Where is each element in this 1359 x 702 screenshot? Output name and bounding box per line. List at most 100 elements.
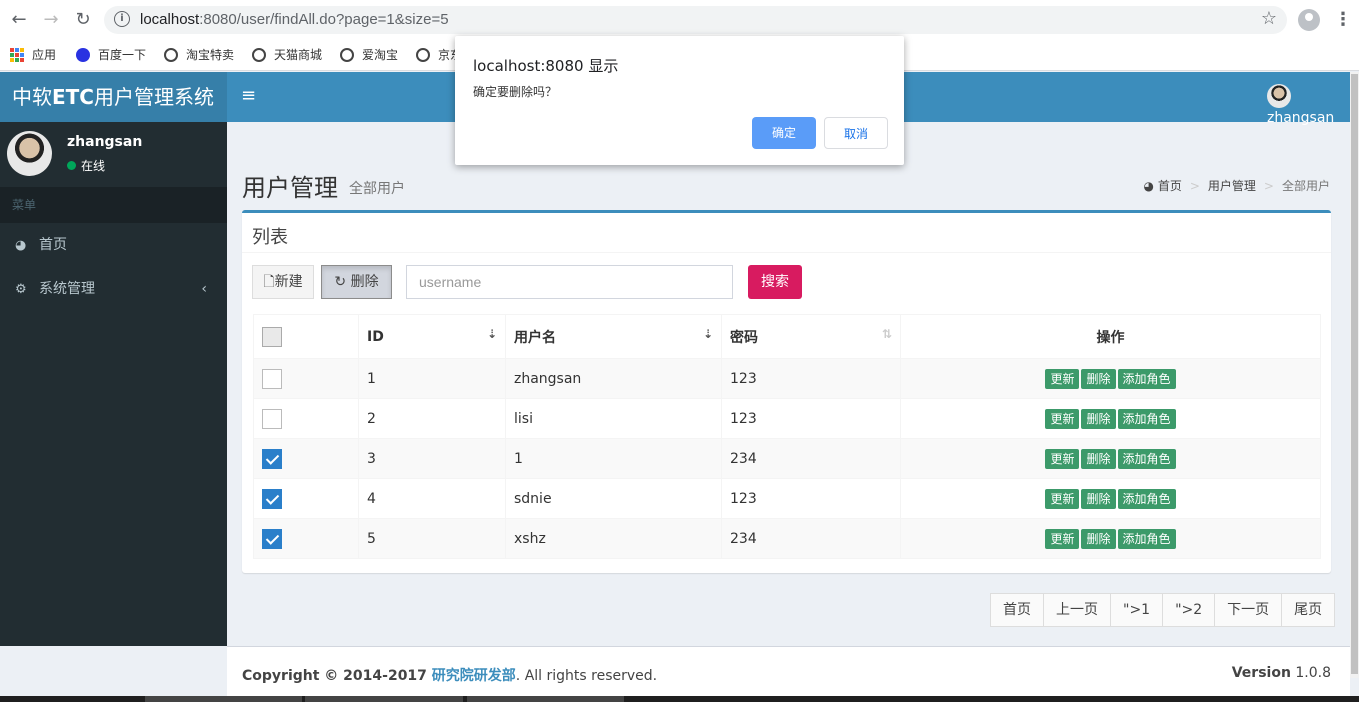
online-dot-icon (67, 161, 76, 170)
cell-id: 4 (358, 478, 506, 519)
forward-icon[interactable]: → (40, 9, 62, 31)
new-button[interactable]: 🗋新建 (252, 265, 314, 299)
confirm-ok-button[interactable]: 确定 (752, 117, 816, 149)
sidebar-item-home[interactable]: ◕ 首页 (0, 223, 227, 267)
breadcrumb-current: 全部用户 (1281, 179, 1330, 193)
cell-password: 123 (721, 478, 901, 519)
sort-asc-icon[interactable]: ⇣ (487, 327, 497, 341)
update-button[interactable]: 更新 (1045, 408, 1080, 429)
row-checkbox[interactable] (262, 528, 282, 549)
row-delete-button[interactable]: 删除 (1081, 488, 1116, 509)
add-role-button[interactable]: 添加角色 (1117, 488, 1176, 509)
site-info-icon[interactable]: i (114, 11, 130, 27)
cell-id: 2 (358, 398, 506, 439)
copyright: Copyright © 2014-2017 研究院研发部. All rights… (242, 668, 658, 684)
globe-icon (164, 48, 178, 62)
add-role-button[interactable]: 添加角色 (1117, 408, 1176, 429)
refresh-icon: ↻ (334, 274, 351, 290)
row-select-cell (253, 358, 359, 399)
back-icon[interactable]: ← (8, 9, 30, 31)
row-checkbox[interactable] (262, 408, 282, 429)
row-checkbox[interactable] (262, 488, 282, 509)
cell-password: 123 (721, 398, 901, 439)
url-text: localhost:8080/user/findAll.do?page=1&si… (140, 11, 449, 28)
file-icon: 🗋 (263, 274, 275, 290)
page-2[interactable]: ">2 (1162, 593, 1216, 627)
cell-actions: 更新 删除 添加角色 (900, 518, 1321, 559)
bookmark-taobao-sale[interactable]: 淘宝特卖 (164, 45, 234, 65)
row-checkbox[interactable] (262, 368, 282, 389)
sidebar-toggle-icon[interactable]: ≡ (241, 85, 256, 106)
update-button[interactable]: 更新 (1045, 528, 1080, 549)
page-next[interactable]: 下一页 (1214, 593, 1283, 627)
confirm-cancel-button[interactable]: 取消 (824, 117, 888, 149)
row-select-cell (253, 398, 359, 439)
footer: Copyright © 2014-2017 研究院研发部. All rights… (227, 646, 1350, 696)
user-name: zhangsan (67, 134, 143, 150)
select-all-checkbox[interactable] (262, 326, 282, 347)
cell-actions: 更新 删除 添加角色 (900, 398, 1321, 439)
address-bar[interactable]: i localhost:8080/user/findAll.do?page=1&… (104, 6, 1287, 34)
org-link[interactable]: 研究院研发部 (432, 668, 516, 684)
bookmark-aitaobao[interactable]: 爱淘宝 (340, 45, 398, 65)
column-header-id[interactable]: ID ⇣ (358, 314, 506, 359)
browser-menu-icon[interactable]: ⋮ (1334, 9, 1352, 30)
browser-toolbar: ← → ↻ i localhost:8080/user/findAll.do?p… (0, 0, 1359, 40)
page-title: 用户管理 (242, 174, 338, 202)
cell-id: 1 (358, 358, 506, 399)
breadcrumb: ◕ 首页 > 用户管理 > 全部用户 (1143, 179, 1330, 193)
sort-desc-icon[interactable]: ⇣ (703, 327, 713, 341)
update-button[interactable]: 更新 (1045, 448, 1080, 469)
page-prev[interactable]: 上一页 (1043, 593, 1111, 627)
row-delete-button[interactable]: 删除 (1081, 408, 1116, 429)
table-row: 5 xshz 234 更新 删除 添加角色 (253, 518, 1321, 559)
search-button[interactable]: 搜索 (748, 265, 802, 299)
breadcrumb-user-mgmt[interactable]: 用户管理 (1208, 179, 1256, 193)
reload-icon[interactable]: ↻ (72, 9, 94, 31)
add-role-button[interactable]: 添加角色 (1117, 448, 1176, 469)
row-delete-button[interactable]: 删除 (1081, 448, 1116, 469)
row-delete-button[interactable]: 删除 (1081, 528, 1116, 549)
delete-button[interactable]: ↻ 删除 (321, 265, 392, 299)
add-role-button[interactable]: 添加角色 (1117, 368, 1176, 389)
table-row: 2 lisi 123 更新 删除 添加角色 (253, 398, 1321, 439)
update-button[interactable]: 更新 (1045, 488, 1080, 509)
add-role-button[interactable]: 添加角色 (1117, 528, 1176, 549)
menu-header: 菜单 (0, 187, 227, 223)
row-select-cell (253, 518, 359, 559)
select-all-cell (253, 314, 359, 359)
column-header-username[interactable]: 用户名 ⇣ (505, 314, 722, 359)
page-first[interactable]: 首页 (990, 593, 1044, 627)
column-header-password[interactable]: 密码 ⇅ (721, 314, 901, 359)
cell-username: lisi (505, 398, 722, 439)
app-logo[interactable]: 中软ETC用户管理系统 (0, 72, 227, 122)
sort-icon[interactable]: ⇅ (882, 327, 892, 341)
user-status: 在线 (67, 157, 105, 174)
profile-icon[interactable] (1298, 9, 1320, 31)
breadcrumb-home[interactable]: 首页 (1158, 179, 1182, 193)
sidebar-item-system[interactable]: ⚙ 系统管理 ‹ (0, 267, 227, 311)
bookmark-tmall[interactable]: 天猫商城 (252, 45, 322, 65)
page-1[interactable]: ">1 (1110, 593, 1164, 627)
user-table: ID ⇣ 用户名 ⇣ 密码 ⇅ 操作 1 zhangsan 123 更新 删除 添加角色 2 lis… (253, 314, 1321, 559)
bookmark-baidu[interactable]: 百度一下 (76, 45, 146, 65)
page-last[interactable]: 尾页 (1281, 593, 1336, 627)
dialog-message: 确定要删除吗？ (473, 85, 558, 99)
globe-icon (416, 48, 430, 62)
page-scrollbar[interactable] (1350, 72, 1359, 678)
search-input[interactable]: username (406, 265, 733, 299)
baidu-paw-icon (76, 48, 90, 62)
globe-icon (252, 48, 266, 62)
apps-grid-icon (10, 48, 24, 62)
table-row: 4 sdnie 123 更新 删除 添加角色 (253, 478, 1321, 519)
dashboard-icon: ◕ (15, 238, 27, 253)
bookmark-apps[interactable]: 应用 (10, 45, 56, 65)
cell-password: 234 (721, 438, 901, 479)
chevron-left-icon: ‹ (201, 281, 207, 297)
update-button[interactable]: 更新 (1045, 368, 1080, 389)
header-avatar[interactable] (1267, 84, 1291, 108)
row-checkbox[interactable] (262, 448, 282, 469)
row-delete-button[interactable]: 删除 (1081, 368, 1116, 389)
bookmark-star-icon[interactable]: ☆ (1261, 8, 1277, 29)
header-user-name[interactable]: zhangsan (1267, 110, 1334, 126)
